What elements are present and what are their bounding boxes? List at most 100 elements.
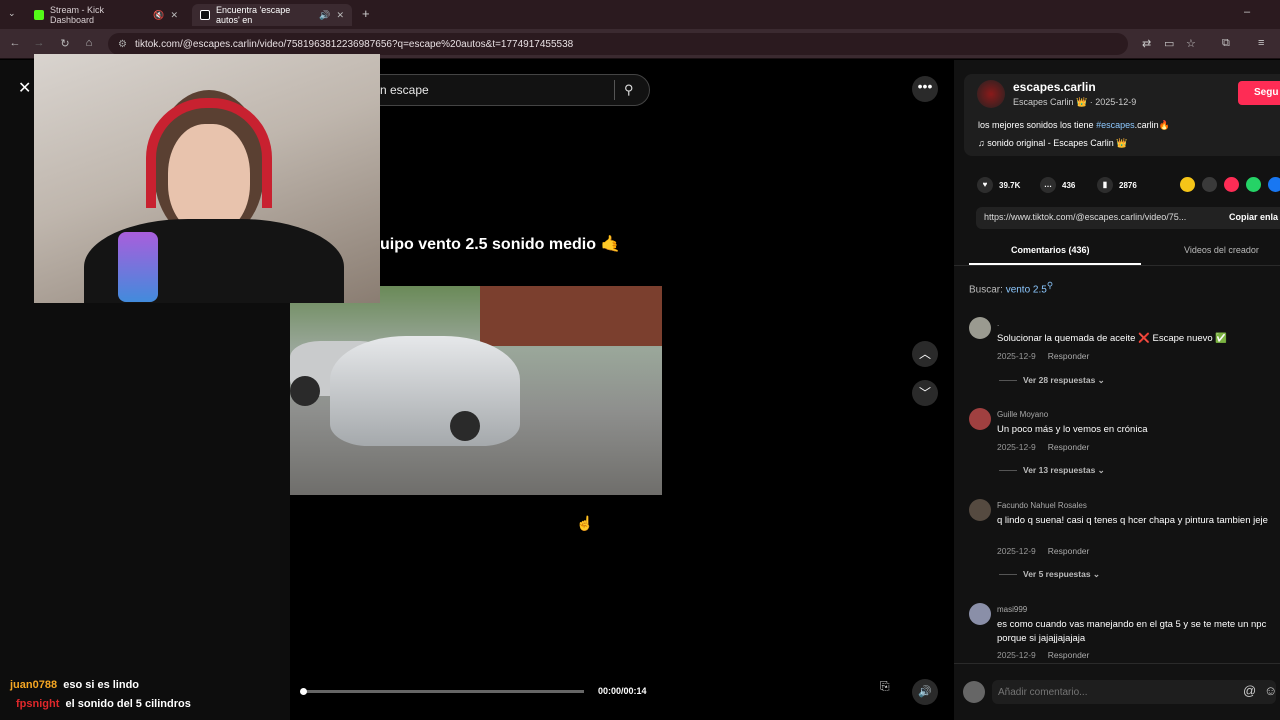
follow-button[interactable]: Segu [1238,81,1280,105]
view-replies-button[interactable]: Ver 5 respuestas ⌄ [999,569,1100,580]
install-icon[interactable]: ▭ [1164,37,1174,50]
streamer-webcam [34,54,380,303]
hashtag-link[interactable]: #escapes [1096,120,1135,130]
emoji-icon[interactable]: ☺ [1264,683,1277,698]
car-shape [330,336,520,446]
reload-icon[interactable]: ↻ [58,37,72,50]
reply-button[interactable]: Responder [1048,351,1090,361]
mute-icon[interactable]: 🔇 [153,10,164,21]
embed-icon[interactable] [1202,177,1217,192]
comment-meta: 2025-12-9 Responder [997,442,1089,452]
tab-list-chevron-icon[interactable]: ⌄ [8,8,16,19]
comment-username[interactable]: Guille Moyano [997,410,1048,419]
close-tab-icon[interactable]: ✕ [336,10,344,21]
translate-icon[interactable]: ⇄ [1142,37,1151,50]
tiktok-logo-icon [200,10,210,20]
search-query[interactable]: vento 2.5 [1006,284,1047,295]
comment-search-suggestion[interactable]: Buscar: vento 2.5⚲ [969,280,1053,295]
reply-button[interactable]: Responder [1048,546,1090,556]
house-shape [480,286,662,346]
copy-link-button[interactable]: Copiar enla [1229,212,1278,222]
progress-knob[interactable] [300,688,307,695]
like-count: 39.7K [999,180,1021,190]
comment-stat[interactable]: … 436 [1040,177,1075,193]
view-replies-button[interactable]: Ver 13 respuestas ⌄ [999,465,1105,476]
avatar[interactable] [969,603,991,625]
close-icon[interactable]: ✕ [18,78,31,98]
avatar[interactable] [977,80,1005,108]
video-search-text: n escape [380,83,429,97]
like-stat[interactable]: ♥ 39.7K [977,177,1020,193]
previous-video-icon[interactable]: ︿ [912,341,938,367]
bookmark-star-icon[interactable]: ☆ [1186,37,1196,50]
reply-button[interactable]: Responder [1048,442,1090,452]
share-link-text[interactable]: https://www.tiktok.com/@escapes.carlin/v… [984,212,1186,222]
comment-text: Un poco más y lo vemos en crónica [997,424,1148,435]
comment-meta: 2025-12-9 Responder [997,650,1089,660]
save-stat[interactable]: ▮ 2876 [1097,177,1137,193]
audio-icon[interactable]: 🔊 [319,10,330,21]
tab-comments[interactable]: Comentarios (436) [1011,245,1090,255]
captions-icon[interactable]: ⎘ [880,679,890,694]
tab-kick-dashboard[interactable]: Stream - Kick Dashboard 🔇 ✕ [26,4,186,26]
comment-bubble-icon[interactable]: … [1040,177,1056,193]
video-caption: uipo vento 2.5 sonido medio 🤙 [380,236,621,253]
send-icon[interactable] [1224,177,1239,192]
more-options-icon[interactable]: ••• [912,76,938,102]
avatar[interactable] [969,499,991,521]
description-text: los mejores sonidos los tiene [978,120,1097,130]
avatar[interactable] [969,317,991,339]
back-icon[interactable]: ← [8,37,22,49]
search-icon[interactable]: ⚲ [624,82,634,98]
comment-text: es como cuando vas manejando en el gta 5… [997,619,1267,644]
comment-meta: 2025-12-9 Responder [997,546,1089,556]
comment-date: 2025-12-9 [997,546,1036,556]
url-bar[interactable]: ⚙ tiktok.com/@escapes.carlin/video/75819… [108,33,1128,55]
tab-tiktok[interactable]: Encuentra 'escape autos' en 🔊 ✕ [192,4,352,26]
video-time: 00:00/00:14 [598,686,647,696]
wheel-shape [450,411,480,441]
avatar [963,681,985,703]
close-tab-icon[interactable]: ✕ [170,10,178,21]
site-info-icon[interactable]: ⚙ [118,39,127,50]
reply-button[interactable]: Responder [1048,650,1090,660]
volume-icon[interactable]: 🔊 [912,679,938,705]
comment-username[interactable]: masi999 [997,605,1027,614]
author-username[interactable]: escapes.carlin [1013,80,1096,94]
menu-icon[interactable]: ≡ [1258,37,1264,49]
new-tab-icon[interactable]: + [362,6,370,21]
chat-text: eso si es lindo [63,679,140,691]
progress-bar[interactable] [302,690,584,693]
comment-text: Solucionar la quemada de aceite ❌ Escape… [997,333,1228,344]
chat-text: el sonido del 5 cilindros [65,698,191,710]
forward-icon[interactable]: → [32,37,46,49]
avatar[interactable] [969,408,991,430]
home-icon[interactable]: ⌂ [82,37,96,49]
browser-tabbar: ⌄ Stream - Kick Dashboard 🔇 ✕ Encuentra … [0,0,1280,29]
comment-username[interactable]: Facundo Nahuel Rosales [997,501,1087,510]
heart-icon[interactable]: ♥ [977,177,993,193]
chat-username: juan0788 [10,679,58,691]
comment-input[interactable] [992,680,1276,704]
description-text: .carlin🔥 [1134,120,1170,130]
comment-username[interactable]: . [997,319,999,328]
tab-label: Encuentra 'escape autos' en [216,5,291,25]
search-small-icon: ⚲ [1046,280,1053,290]
headset-shape [146,98,272,208]
bookmark-icon[interactable]: ▮ [1097,177,1113,193]
extensions-icon[interactable]: ⧉ [1222,37,1230,50]
minimize-icon[interactable]: – [1244,6,1250,18]
mention-icon[interactable]: @ [1243,683,1256,698]
next-video-icon[interactable]: ﹀ [912,380,938,406]
comment-date: 2025-12-9 [997,442,1036,452]
whatsapp-icon[interactable] [1246,177,1261,192]
view-replies-button[interactable]: Ver 28 respuestas ⌄ [999,375,1105,386]
tiktok-page: ✕ n escape ⚲ uipo vento 2.5 sonido medio… [0,54,1280,720]
chat-message: fpsnight el sonido del 5 cilindros [16,698,191,710]
sound-link[interactable]: ♫ sonido original - Escapes Carlin 👑 [978,138,1128,149]
comment-text: q lindo q suena! casi q tenes q hcer cha… [997,515,1268,526]
tab-creator-videos[interactable]: Videos del creador [1184,245,1259,255]
facebook-icon[interactable] [1268,177,1280,192]
coin-share-icon[interactable] [1180,177,1195,192]
search-divider [614,80,615,100]
